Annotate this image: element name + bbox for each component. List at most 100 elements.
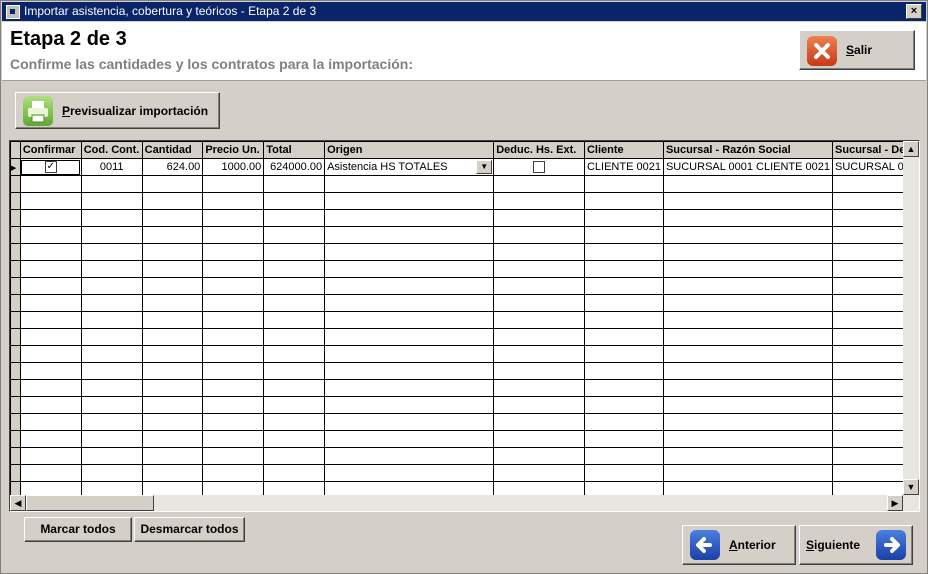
- confirm-cell[interactable]: ✓: [19, 158, 82, 176]
- vertical-scrollbar[interactable]: ▲ ▼: [903, 141, 919, 495]
- empty-cell[interactable]: [662, 328, 834, 346]
- empty-cell[interactable]: [80, 430, 143, 448]
- empty-cell[interactable]: [141, 345, 204, 363]
- empty-cell[interactable]: [19, 345, 82, 363]
- empty-cell[interactable]: [19, 243, 82, 261]
- empty-cell[interactable]: [202, 192, 265, 210]
- empty-cell[interactable]: [324, 311, 495, 329]
- empty-cell[interactable]: [141, 277, 204, 295]
- empty-row[interactable]: [10, 260, 919, 278]
- empty-cell[interactable]: [202, 379, 265, 397]
- scroll-down-icon[interactable]: ▼: [903, 479, 919, 495]
- empty-cell[interactable]: [141, 413, 204, 431]
- razon-social-cell[interactable]: SUCURSAL 0001 CLIENTE 0021: [662, 158, 834, 176]
- empty-cell[interactable]: [263, 192, 326, 210]
- empty-cell[interactable]: [324, 226, 495, 244]
- empty-cell[interactable]: [583, 430, 664, 448]
- empty-cell[interactable]: [263, 379, 326, 397]
- empty-cell[interactable]: [263, 175, 326, 193]
- empty-row[interactable]: [10, 209, 919, 227]
- empty-cell[interactable]: [80, 226, 143, 244]
- empty-cell[interactable]: [324, 396, 495, 414]
- empty-cell[interactable]: [493, 430, 585, 448]
- scroll-left-icon[interactable]: ◀: [10, 495, 26, 511]
- total-cell[interactable]: 624000.00: [263, 158, 326, 176]
- empty-cell[interactable]: [662, 294, 834, 312]
- empty-cell[interactable]: [493, 396, 585, 414]
- empty-cell[interactable]: [662, 226, 834, 244]
- empty-cell[interactable]: [324, 277, 495, 295]
- empty-row[interactable]: [10, 413, 919, 431]
- empty-cell[interactable]: [493, 328, 585, 346]
- empty-row[interactable]: [10, 379, 919, 397]
- horizontal-scroll-thumb[interactable]: [26, 495, 154, 511]
- empty-row[interactable]: [10, 396, 919, 414]
- empty-cell[interactable]: [19, 192, 82, 210]
- empty-row[interactable]: [10, 226, 919, 244]
- empty-cell[interactable]: [263, 311, 326, 329]
- empty-row[interactable]: [10, 243, 919, 261]
- empty-cell[interactable]: [493, 311, 585, 329]
- empty-cell[interactable]: [141, 396, 204, 414]
- empty-cell[interactable]: [19, 413, 82, 431]
- empty-cell[interactable]: [493, 226, 585, 244]
- empty-cell[interactable]: [263, 260, 326, 278]
- empty-cell[interactable]: [662, 362, 834, 380]
- empty-cell[interactable]: [19, 311, 82, 329]
- origen-combo[interactable]: Asistencia HS TOTALES ▼: [324, 158, 495, 176]
- empty-cell[interactable]: [202, 430, 265, 448]
- empty-cell[interactable]: [662, 260, 834, 278]
- empty-cell[interactable]: [662, 243, 834, 261]
- empty-cell[interactable]: [324, 192, 495, 210]
- empty-cell[interactable]: [583, 294, 664, 312]
- empty-cell[interactable]: [324, 447, 495, 465]
- empty-cell[interactable]: [19, 209, 82, 227]
- empty-cell[interactable]: [141, 294, 204, 312]
- col-cantidad[interactable]: Cantidad: [141, 141, 204, 159]
- empty-cell[interactable]: [202, 209, 265, 227]
- empty-cell[interactable]: [324, 430, 495, 448]
- empty-cell[interactable]: [493, 294, 585, 312]
- empty-cell[interactable]: [662, 447, 834, 465]
- empty-cell[interactable]: [202, 260, 265, 278]
- empty-cell[interactable]: [80, 464, 143, 482]
- empty-cell[interactable]: [19, 430, 82, 448]
- empty-cell[interactable]: [80, 362, 143, 380]
- empty-cell[interactable]: [19, 294, 82, 312]
- empty-cell[interactable]: [583, 362, 664, 380]
- empty-cell[interactable]: [662, 277, 834, 295]
- empty-cell[interactable]: [324, 294, 495, 312]
- empty-cell[interactable]: [263, 447, 326, 465]
- empty-cell[interactable]: [202, 345, 265, 363]
- empty-cell[interactable]: [80, 396, 143, 414]
- empty-cell[interactable]: [202, 396, 265, 414]
- empty-cell[interactable]: [662, 192, 834, 210]
- empty-cell[interactable]: [141, 447, 204, 465]
- empty-cell[interactable]: [583, 345, 664, 363]
- empty-cell[interactable]: [19, 362, 82, 380]
- empty-cell[interactable]: [202, 311, 265, 329]
- empty-cell[interactable]: [202, 447, 265, 465]
- empty-cell[interactable]: [583, 209, 664, 227]
- mark-all-button[interactable]: Marcar todos: [24, 517, 132, 542]
- empty-cell[interactable]: [80, 294, 143, 312]
- empty-cell[interactable]: [19, 328, 82, 346]
- unmark-all-button[interactable]: Desmarcar todos: [134, 517, 245, 542]
- empty-cell[interactable]: [263, 226, 326, 244]
- empty-cell[interactable]: [493, 379, 585, 397]
- col-sucursal-razon-social[interactable]: Sucursal - Razón Social: [662, 141, 834, 159]
- empty-cell[interactable]: [80, 345, 143, 363]
- empty-cell[interactable]: [141, 379, 204, 397]
- empty-cell[interactable]: [80, 192, 143, 210]
- dropdown-arrow-icon[interactable]: ▼: [476, 160, 493, 174]
- empty-cell[interactable]: [583, 379, 664, 397]
- empty-cell[interactable]: [493, 277, 585, 295]
- empty-cell[interactable]: [583, 464, 664, 482]
- empty-cell[interactable]: [202, 362, 265, 380]
- empty-cell[interactable]: [583, 396, 664, 414]
- empty-cell[interactable]: [80, 328, 143, 346]
- empty-cell[interactable]: [202, 175, 265, 193]
- empty-row[interactable]: [10, 362, 919, 380]
- empty-cell[interactable]: [80, 260, 143, 278]
- col-precio-un[interactable]: Precio Un.: [202, 141, 265, 159]
